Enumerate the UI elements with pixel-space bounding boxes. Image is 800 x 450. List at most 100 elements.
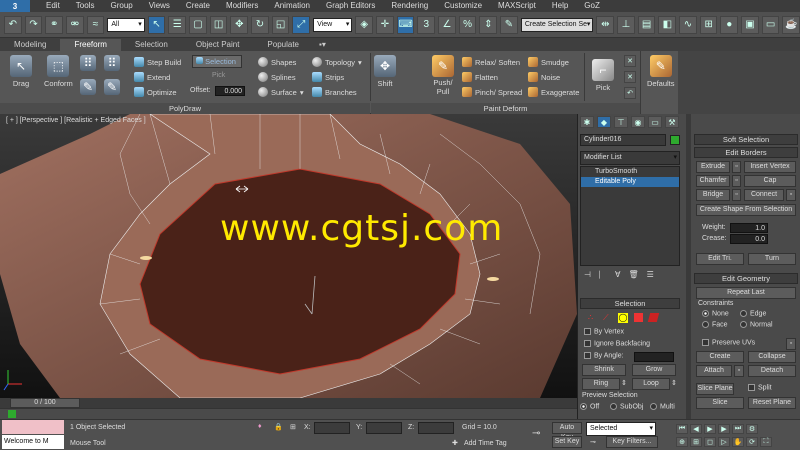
constraint-none-radio[interactable]: None (702, 310, 729, 317)
object-name-field[interactable]: Cylinder016 (580, 134, 666, 146)
isolate-selection-icon[interactable]: ♦ (258, 423, 262, 430)
slice-plane-button[interactable]: Slice Plane (696, 383, 734, 395)
select-scale-icon[interactable]: ◱ (271, 15, 290, 34)
named-selection-dropdown[interactable]: Create Selection Se (520, 17, 594, 32)
noise-button[interactable]: Noise (528, 72, 560, 82)
align-icon[interactable]: ⊥ (617, 15, 635, 34)
select-by-name-icon[interactable]: ☰ (168, 15, 187, 34)
add-time-tag-button[interactable]: Add Time Tag (464, 440, 507, 447)
connect-button[interactable]: Connect (744, 189, 784, 201)
push-pull-button[interactable]: ✎ Push/ Pull (432, 55, 454, 96)
menu-customize[interactable]: Customize (436, 0, 490, 12)
previous-frame-icon[interactable]: ◀ (690, 424, 702, 434)
cap-button[interactable]: Cap (744, 175, 796, 187)
time-slider[interactable]: 0 / 100 (0, 398, 577, 408)
surface-button[interactable]: Surface ▾ (258, 87, 304, 97)
drag-button[interactable]: ↖ Drag (10, 55, 32, 88)
exaggerate-button[interactable]: Exaggerate (528, 87, 579, 97)
tab-object-paint[interactable]: Object Paint (182, 39, 254, 51)
zoom-all-icon[interactable]: ⊞ (690, 437, 702, 447)
undo-icon[interactable]: ↶ (4, 15, 22, 34)
play-icon[interactable]: ▶ (704, 424, 716, 434)
vertex-level-icon[interactable]: ∴ (588, 313, 597, 322)
next-frame-icon[interactable]: ▶ (718, 424, 730, 434)
loop-spinner-icon[interactable]: ⇕ (671, 379, 677, 387)
zoom-icon[interactable]: ⊕ (676, 437, 688, 447)
tab-populate[interactable]: Populate (253, 39, 313, 51)
preserve-uvs-checkbox[interactable]: Preserve UVs (702, 339, 755, 346)
rectangular-selection-icon[interactable]: ▢ (189, 15, 207, 34)
render-production-icon[interactable]: ☕ (782, 15, 800, 34)
edit-named-selection-icon[interactable]: ✎ (500, 15, 518, 34)
strips-button[interactable]: Strips (312, 72, 344, 82)
maxscript-listener-top[interactable] (2, 420, 64, 434)
ring-button[interactable]: Ring (582, 378, 620, 390)
configure-modifier-sets-icon[interactable]: ☰ (647, 270, 654, 280)
menu-animation[interactable]: Animation (266, 0, 318, 12)
preview-off-radio[interactable]: Off (580, 403, 599, 410)
menu-rendering[interactable]: Rendering (383, 0, 436, 12)
edge-level-icon[interactable]: ⟋ (603, 313, 612, 322)
layer-manager-icon[interactable]: ▤ (637, 15, 656, 34)
by-angle-checkbox[interactable]: By Angle: (584, 352, 624, 359)
modify-tab-icon[interactable]: ◆ (597, 116, 611, 128)
border-level-icon[interactable]: ◯ (618, 313, 628, 323)
key-mode-selection-dropdown[interactable]: Selected (586, 422, 656, 436)
absolute-mode-icon[interactable]: ⊞ (290, 423, 296, 431)
reference-coordinate-dropdown[interactable]: View (313, 17, 353, 32)
utilities-tab-icon[interactable]: ⚒ (665, 116, 679, 128)
ignore-backfacing-checkbox[interactable]: Ignore Backfacing (584, 340, 650, 347)
attach-settings-button[interactable]: ▫ (734, 365, 744, 377)
object-color-swatch[interactable] (670, 135, 680, 145)
extrude-button[interactable]: Extrude (696, 161, 730, 173)
menu-edit[interactable]: Edit (38, 0, 68, 12)
menu-tools[interactable]: Tools (68, 0, 103, 12)
polydraw-tool-2[interactable]: ⠿ (104, 55, 120, 71)
menu-maxscript[interactable]: MAXScript (490, 0, 544, 12)
field-of-view-icon[interactable]: ▷ (718, 437, 730, 447)
by-angle-input[interactable] (634, 352, 674, 362)
loop-button[interactable]: Loop (632, 378, 670, 390)
menu-create[interactable]: Create (178, 0, 218, 12)
maxscript-mini-listener[interactable]: Welcome to M (2, 435, 64, 449)
time-tag-icon[interactable]: ✚ (452, 439, 458, 447)
pivot-center-icon[interactable]: ◈ (355, 15, 374, 34)
menu-help[interactable]: Help (544, 0, 576, 12)
ring-spinner-icon[interactable]: ⇕ (621, 379, 627, 387)
rendered-frame-icon[interactable]: ▭ (761, 15, 780, 34)
extrude-settings-button[interactable]: ▫ (732, 161, 741, 173)
create-button[interactable]: Create (696, 351, 744, 363)
smudge-button[interactable]: Smudge (528, 57, 569, 67)
graphite-toggle-icon[interactable]: ◧ (658, 15, 677, 34)
commit-icon[interactable]: ✕ (624, 71, 636, 83)
modifier-list-dropdown[interactable]: Modifier List (580, 151, 680, 165)
edit-tri-button[interactable]: Edit Tri. (696, 253, 744, 265)
shapes-button[interactable]: Shapes (258, 57, 296, 67)
app-logo-icon[interactable]: 3 (0, 0, 30, 12)
remove-modifier-icon[interactable]: 🗑 (628, 270, 638, 280)
x-coordinate-field[interactable] (314, 422, 350, 434)
track-bar[interactable] (0, 408, 577, 419)
pinch-spread-button[interactable]: Pinch/ Spread (462, 87, 522, 97)
polydraw-tool-4[interactable]: ✎ (104, 79, 120, 95)
create-tab-icon[interactable]: ✱ (580, 116, 594, 128)
y-coordinate-field[interactable] (366, 422, 402, 434)
grow-button[interactable]: Grow (632, 364, 676, 376)
polydraw-tool-3[interactable]: ✎ (80, 79, 96, 95)
ribbon-options-icon[interactable]: ▪▾ (313, 39, 332, 51)
tab-modeling[interactable]: Modeling (0, 39, 60, 51)
key-icon[interactable]: ⊸ (532, 428, 540, 439)
unlink-icon[interactable]: ⚮ (66, 15, 84, 34)
chamfer-settings-button[interactable]: ▫ (732, 175, 741, 187)
select-rotate-icon[interactable]: ↻ (251, 15, 269, 34)
stack-item-editable-poly[interactable]: Editable Poly (581, 177, 679, 187)
menu-views[interactable]: Views (141, 0, 178, 12)
selection-lock-icon[interactable]: 🔒 (274, 423, 283, 431)
polydraw-group-label[interactable]: PolyDraw (0, 103, 370, 114)
branches-button[interactable]: Branches (312, 87, 357, 97)
hierarchy-tab-icon[interactable]: ⊤ (614, 116, 628, 128)
z-coordinate-field[interactable] (418, 422, 454, 434)
shrink-button[interactable]: Shrink (582, 364, 626, 376)
edit-borders-rollout-header[interactable]: Edit Borders (694, 147, 798, 158)
redo-icon[interactable]: ↷ (24, 15, 43, 34)
